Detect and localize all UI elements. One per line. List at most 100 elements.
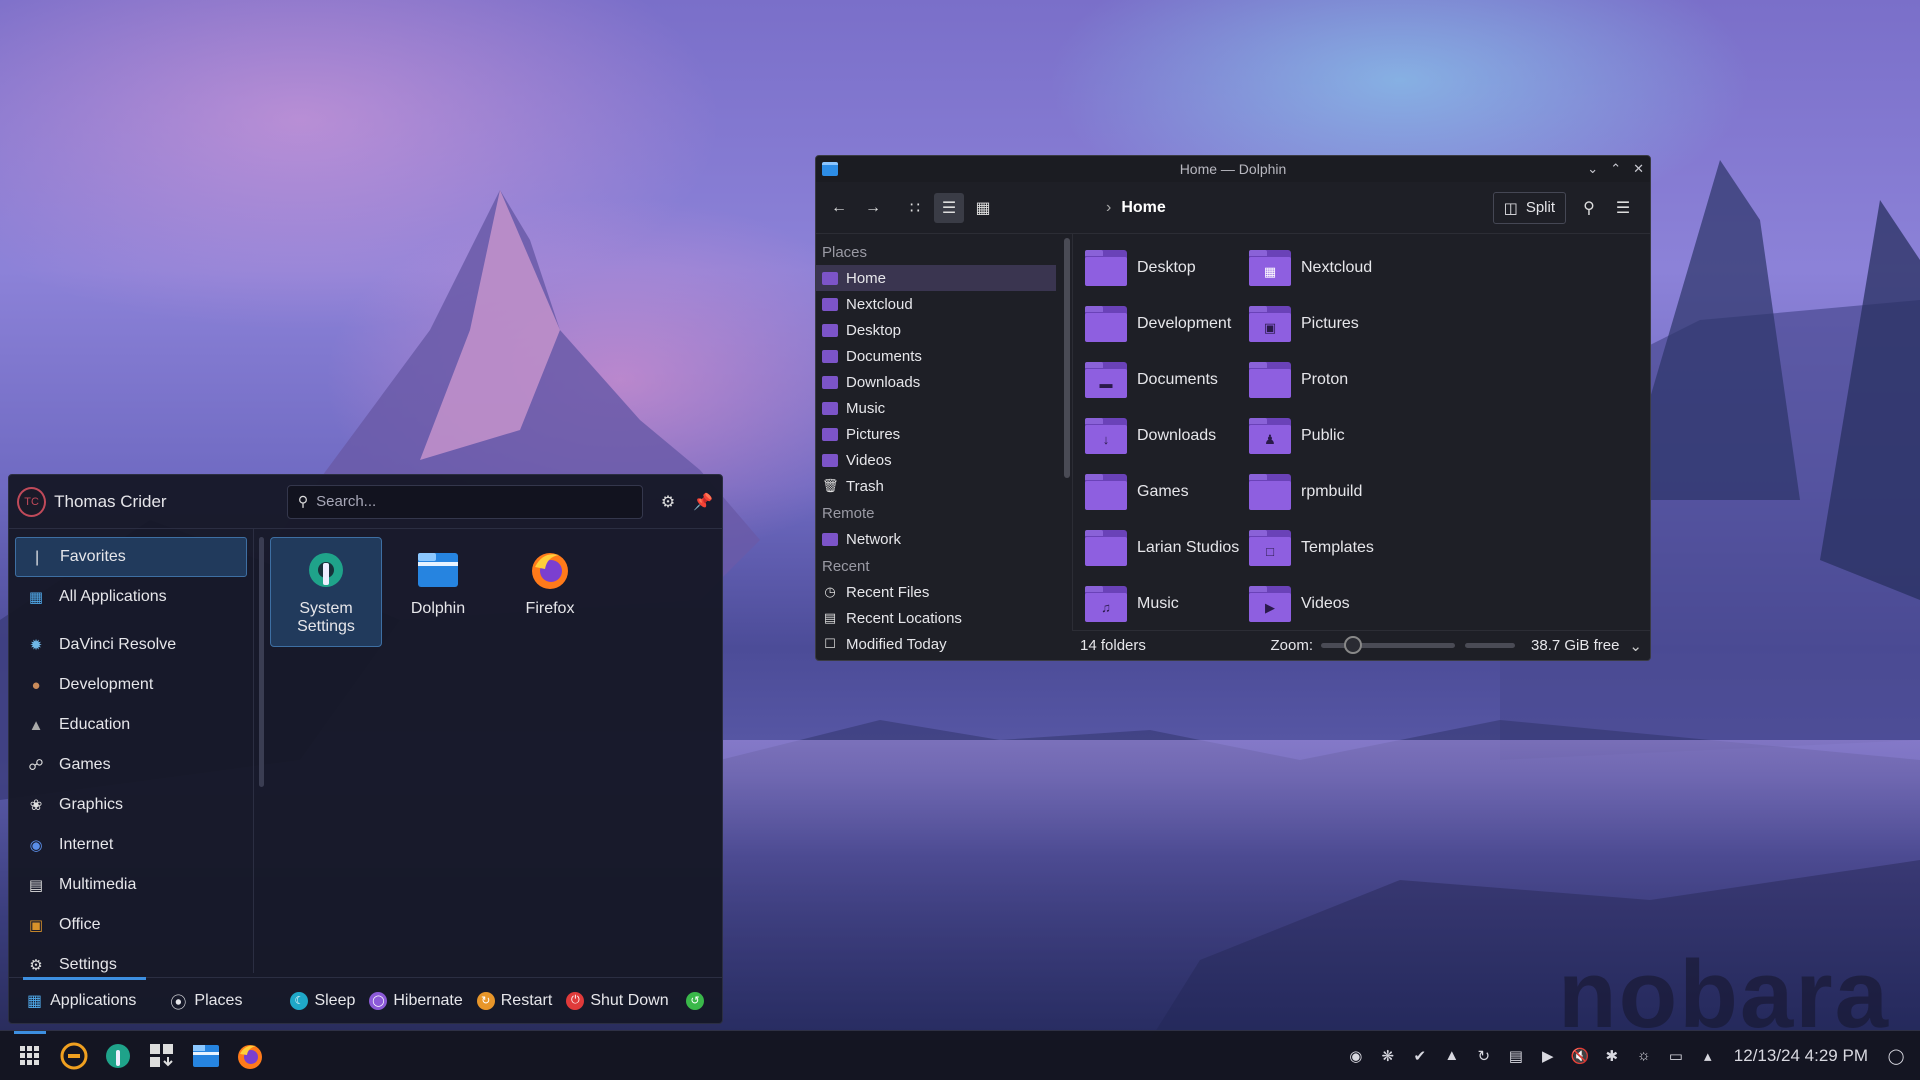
discord-icon[interactable]: ◉	[1346, 1047, 1366, 1065]
category-davinci-resolve[interactable]: ✹ DaVinci Resolve	[15, 625, 247, 665]
tree-view-icon[interactable]: ▦	[968, 193, 998, 223]
media-play-icon[interactable]: ▶	[1538, 1047, 1558, 1065]
places-item-home[interactable]: Home	[816, 265, 1056, 291]
file-item[interactable]: ▦ Nextcloud	[1249, 240, 1413, 296]
tab-applications[interactable]: ▦ Applications	[17, 976, 147, 1024]
file-item[interactable]: □ Templates	[1249, 520, 1413, 576]
pin-icon[interactable]: 📌	[693, 492, 714, 512]
forward-arrow-icon[interactable]: →	[858, 193, 888, 223]
category-favorites[interactable]: ❘ Favorites	[15, 537, 247, 577]
places-item-videos[interactable]: Videos	[816, 447, 1056, 473]
app-firefox[interactable]: Firefox	[494, 537, 606, 647]
shutdown-button[interactable]: ⏻ Shut Down	[566, 991, 669, 1010]
tray-expand-icon[interactable]: ▴	[1698, 1047, 1718, 1065]
minimize-icon[interactable]: ⌄	[1587, 161, 1598, 177]
file-item[interactable]: Larian Studios	[1085, 520, 1249, 576]
places-item-downloads[interactable]: Downloads	[816, 369, 1056, 395]
chevron-down-icon[interactable]: ⌄	[1629, 637, 1642, 655]
file-item[interactable]: ▶ Videos	[1249, 576, 1413, 632]
close-icon[interactable]: ✕	[1633, 161, 1644, 177]
places-item-nextcloud[interactable]: Nextcloud	[816, 291, 1056, 317]
puzzle-icon[interactable]: ❋	[1378, 1047, 1398, 1065]
category-list: ❘ Favorites ▦ All Applications ✹ DaVinci Re…	[9, 529, 264, 974]
search-input[interactable]	[316, 493, 617, 510]
category-development[interactable]: ● Development	[15, 665, 247, 705]
file-item[interactable]: Development	[1085, 296, 1249, 352]
search-box[interactable]: ⚲	[286, 484, 644, 519]
dolphin-taskbar-icon[interactable]	[186, 1034, 226, 1078]
settings-gear-icon[interactable]: ⚙	[657, 492, 678, 512]
file-name: Music	[1137, 595, 1179, 612]
file-item[interactable]: ♫ Music	[1085, 576, 1249, 632]
clipboard-icon[interactable]: ▤	[1506, 1047, 1526, 1065]
title-bar[interactable]: Home — Dolphin ⌄ ⌃ ✕	[816, 156, 1650, 182]
places-item-recent-locations[interactable]: ▤ Recent Locations	[816, 605, 1056, 631]
app-launcher-button[interactable]	[10, 1030, 50, 1078]
back-arrow-icon[interactable]: ←	[824, 193, 854, 223]
category-games[interactable]: ☍ Games	[15, 745, 247, 785]
places-item-music[interactable]: Music	[816, 395, 1056, 421]
search-icon[interactable]: ⚲	[1574, 193, 1604, 223]
firefox-taskbar-icon[interactable]	[230, 1034, 270, 1078]
places-item-documents[interactable]: Documents	[816, 343, 1056, 369]
places-item-network[interactable]: Network	[816, 526, 1056, 552]
bookmark-icon: ❘	[30, 549, 44, 566]
category-education[interactable]: ▲ Education	[15, 705, 247, 745]
places-item-pictures[interactable]: Pictures	[816, 421, 1056, 447]
places-item-label: Network	[846, 530, 902, 548]
display-icon[interactable]: ▭	[1666, 1047, 1686, 1065]
app-system-settings[interactable]: System Settings	[270, 537, 382, 647]
category-all-applications[interactable]: ▦ All Applications	[15, 577, 247, 617]
leave-button[interactable]: ↺	[686, 991, 710, 1010]
places-scrollbar[interactable]	[1064, 238, 1070, 478]
zoom-slider[interactable]	[1321, 636, 1456, 654]
split-label: Split	[1525, 199, 1555, 216]
clock[interactable]: 12/13/24 4:29 PM	[1734, 1046, 1868, 1066]
category-scrollbar[interactable]	[259, 537, 264, 787]
file-item[interactable]: Desktop	[1085, 240, 1249, 296]
update-icon[interactable]: ↻	[1474, 1047, 1494, 1065]
category-graphics[interactable]: ❀ Graphics	[15, 785, 247, 825]
breadcrumb-home[interactable]: Home	[1121, 199, 1165, 217]
file-item[interactable]: Games	[1085, 464, 1249, 520]
brightness-icon[interactable]: ☼	[1634, 1047, 1654, 1064]
discover-taskbar-icon[interactable]	[142, 1034, 182, 1078]
steam-icon[interactable]: ▲	[1442, 1047, 1462, 1064]
file-item[interactable]: Proton	[1249, 352, 1413, 408]
hamburger-menu-icon[interactable]: ☰	[1608, 193, 1638, 223]
multimedia-icon: ▤	[28, 877, 44, 894]
maximize-icon[interactable]: ⌃	[1610, 161, 1621, 177]
checkmark-icon[interactable]: ✔	[1410, 1047, 1430, 1065]
app-dolphin[interactable]: Dolphin	[382, 537, 494, 647]
breadcrumb[interactable]: › Home	[1106, 199, 1166, 217]
file-item[interactable]: ▬ Documents	[1085, 352, 1249, 408]
file-item[interactable]: ↓ Downloads	[1085, 408, 1249, 464]
sleep-button[interactable]: ☾ Sleep	[290, 991, 355, 1010]
file-item[interactable]: ▣ Pictures	[1249, 296, 1413, 352]
application-launcher: TC Thomas Crider ⚲ ⚙ 📌 ❘ Favorites ▦ All A…	[8, 474, 723, 1024]
places-item-trash[interactable]: 🗑 Trash	[816, 473, 1056, 499]
file-item[interactable]: ♟ Public	[1249, 408, 1413, 464]
split-button[interactable]: ◫ Split	[1492, 191, 1566, 224]
category-office[interactable]: ▣ Office	[15, 905, 247, 945]
places-item-recent-files[interactable]: ◷ Recent Files	[816, 579, 1056, 605]
avatar[interactable]: TC	[17, 486, 47, 517]
zoom-slider-handle[interactable]	[1344, 636, 1363, 654]
category-multimedia[interactable]: ▤ Multimedia	[15, 865, 247, 905]
peek-desktop-icon[interactable]: ◯	[1886, 1047, 1906, 1065]
hibernate-button[interactable]: ◯ Hibernate	[369, 991, 463, 1010]
system-settings-taskbar-icon[interactable]	[98, 1034, 138, 1078]
places-item-desktop[interactable]: Desktop	[816, 317, 1056, 343]
category-internet[interactable]: ◉ Internet	[15, 825, 247, 865]
places-item-modified-today[interactable]: ☐ Modified Today	[816, 631, 1056, 657]
nobara-welcome-taskbar-icon[interactable]	[54, 1034, 94, 1078]
tab-places[interactable]: ⦿ Places	[160, 978, 252, 1024]
details-view-icon[interactable]: ☰	[934, 192, 964, 223]
file-item[interactable]: rpmbuild	[1249, 464, 1413, 520]
icons-view-icon[interactable]: ∷	[900, 193, 930, 223]
chevron-right-icon: ›	[1106, 198, 1112, 216]
bluetooth-icon[interactable]: ✱	[1602, 1047, 1622, 1065]
sleep-icon: ☾	[290, 991, 309, 1010]
volume-muted-icon[interactable]: 🔇	[1570, 1047, 1590, 1065]
restart-button[interactable]: ↻ Restart	[476, 991, 552, 1010]
